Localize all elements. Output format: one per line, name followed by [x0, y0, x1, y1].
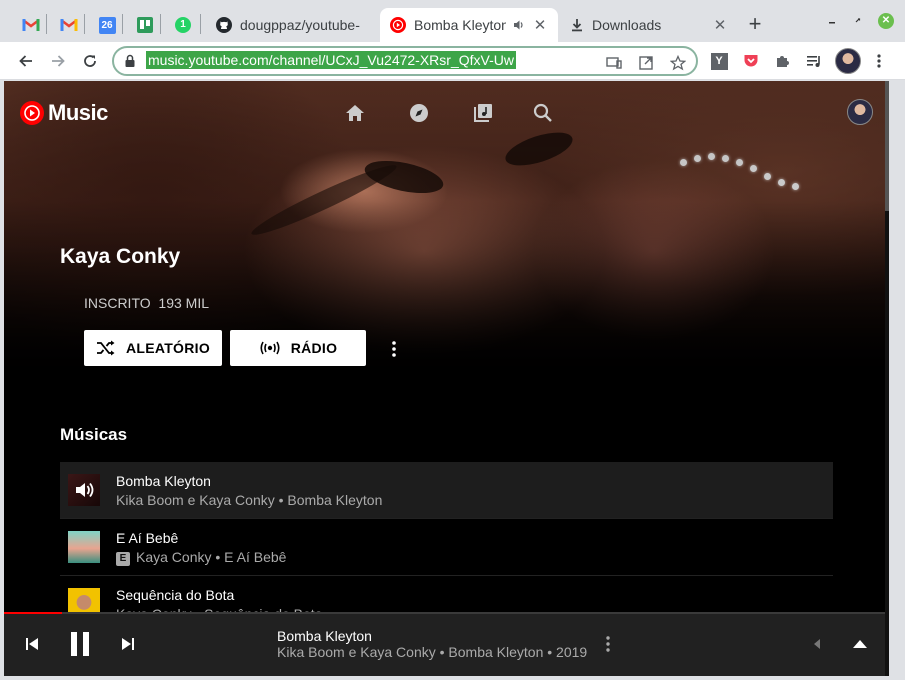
calendar-icon[interactable]: 26 [92, 10, 122, 40]
expand-player-icon[interactable] [850, 634, 870, 654]
browser-profile-avatar[interactable] [835, 48, 861, 74]
home-icon[interactable] [343, 101, 367, 125]
speaker-icon[interactable] [512, 18, 526, 32]
tab-title: dougppaz/youtube- [240, 17, 360, 33]
account-avatar[interactable] [847, 99, 873, 125]
song-thumbnail[interactable] [68, 474, 100, 506]
url-text[interactable]: music.youtube.com/channel/UCxJ_Vu2472-XR… [146, 51, 516, 69]
player-bar: Bomba Kleyton Kika Boom e Kaya Conky • B… [4, 612, 889, 676]
song-title[interactable]: E Aí Bebê [116, 530, 178, 546]
tab-strip: 26 1 dougppaz/youtube- Bomba Kleyton ✕ D… [0, 0, 905, 42]
download-icon [572, 19, 582, 32]
shuffle-label: ALEATÓRIO [125, 340, 211, 356]
close-tab-icon[interactable]: ✕ [712, 16, 728, 34]
gmail-alt-icon[interactable] [54, 10, 84, 40]
shuffle-button[interactable]: ALEATÓRIO [84, 330, 222, 366]
progress-bar[interactable] [4, 612, 889, 614]
new-tab-button[interactable]: + [742, 12, 768, 38]
lock-icon [125, 54, 135, 67]
open-in-app-icon[interactable] [636, 53, 656, 73]
songs-section-title[interactable]: Músicas [60, 425, 127, 445]
subscriber-count: 193 MIL [158, 295, 210, 311]
search-icon[interactable] [531, 101, 555, 125]
shuffle-icon [96, 340, 115, 356]
more-options-icon[interactable] [384, 337, 404, 361]
youtube-music-icon [390, 17, 406, 33]
song-row[interactable]: Bomba Kleyton Kika Boom e Kaya Conky • B… [60, 462, 833, 519]
previous-track-button[interactable] [22, 634, 42, 654]
browser-toolbar: music.youtube.com/channel/UCxJ_Vu2472-XR… [0, 42, 905, 80]
song-title[interactable]: Bomba Kleyton [116, 473, 211, 489]
volume-arrow-icon[interactable] [807, 634, 827, 654]
radio-button[interactable]: RÁDIO [230, 330, 366, 366]
close-window-icon[interactable]: ✕ [877, 12, 895, 30]
now-playing-speaker-icon [68, 474, 100, 506]
extensions-puzzle-icon[interactable] [772, 50, 794, 72]
next-track-button[interactable] [118, 634, 138, 654]
cast-icon[interactable] [604, 53, 624, 73]
back-arrow-icon [19, 55, 32, 67]
browser-window: 26 1 dougppaz/youtube- Bomba Kleyton ✕ D… [0, 0, 905, 680]
subscribe-state: INSCRITO [84, 295, 151, 311]
player-song-title[interactable]: Bomba Kleyton [277, 628, 372, 644]
library-icon[interactable] [471, 101, 495, 125]
github-icon [216, 17, 232, 33]
tab-github[interactable]: dougppaz/youtube- [206, 8, 378, 42]
y-extension-icon[interactable]: Y [708, 50, 730, 72]
radio-icon [260, 341, 280, 355]
skip-next-icon [122, 638, 134, 650]
bookmark-star-icon[interactable] [668, 53, 688, 73]
tab-title: Downloads [592, 17, 662, 33]
back-button[interactable] [13, 48, 39, 74]
media-playlist-icon[interactable] [804, 50, 826, 72]
player-song-subtitle: Kika Boom e Kaya Conky • Bomba Kleyton •… [277, 644, 588, 660]
tab-title: Bomba Kleyton [414, 17, 506, 33]
tab-downloads[interactable]: Downloads ✕ [560, 8, 738, 42]
song-title[interactable]: Sequência do Bota [116, 587, 234, 603]
logo-text: Music [48, 100, 108, 125]
trello-icon[interactable] [130, 10, 160, 40]
youtube-music-page: Music Kaya Conky INSCRITO 193 MIL ALEATÓ… [4, 81, 889, 676]
reload-button[interactable] [77, 48, 103, 74]
tab-bomba-kleyton[interactable]: Bomba Kleyton ✕ [380, 8, 558, 42]
song-thumbnail[interactable] [68, 531, 100, 563]
reload-icon [84, 55, 96, 67]
forward-arrow-icon [52, 55, 65, 67]
youtube-music-icon [20, 101, 44, 125]
player-more-icon[interactable] [598, 634, 618, 654]
song-row[interactable]: E Aí Bebê E Kaya Conky • E Aí Bebê [60, 519, 833, 576]
pause-icon [71, 632, 89, 656]
close-tab-icon[interactable]: ✕ [532, 16, 548, 34]
whatsapp-icon[interactable]: 1 [168, 10, 198, 40]
maximize-icon[interactable] [849, 12, 867, 30]
explore-icon[interactable] [407, 101, 431, 125]
artist-name: Kaya Conky [60, 245, 181, 268]
skip-previous-icon [26, 638, 38, 650]
gmail-icon[interactable] [16, 10, 46, 40]
pause-button[interactable] [66, 628, 94, 660]
minimize-icon[interactable] [823, 12, 841, 30]
pocket-icon[interactable] [740, 50, 762, 72]
song-subtitle: E Kaya Conky • E Aí Bebê [116, 549, 286, 566]
song-subtitle: Kika Boom e Kaya Conky • Bomba Kleyton [116, 492, 383, 508]
explicit-badge: E [116, 552, 130, 566]
progress-fill[interactable] [4, 612, 62, 614]
app-header: Music [4, 81, 889, 145]
radio-label: RÁDIO [290, 340, 338, 356]
page-scrollbar-thumb[interactable] [885, 81, 889, 211]
forward-button[interactable] [45, 48, 71, 74]
address-bar[interactable]: music.youtube.com/channel/UCxJ_Vu2472-XR… [112, 46, 698, 76]
whatsapp-badge: 1 [175, 17, 191, 33]
youtube-music-logo[interactable]: Music [20, 100, 108, 126]
subscription-status[interactable]: INSCRITO 193 MIL [84, 295, 209, 311]
browser-menu-icon[interactable] [868, 50, 890, 72]
